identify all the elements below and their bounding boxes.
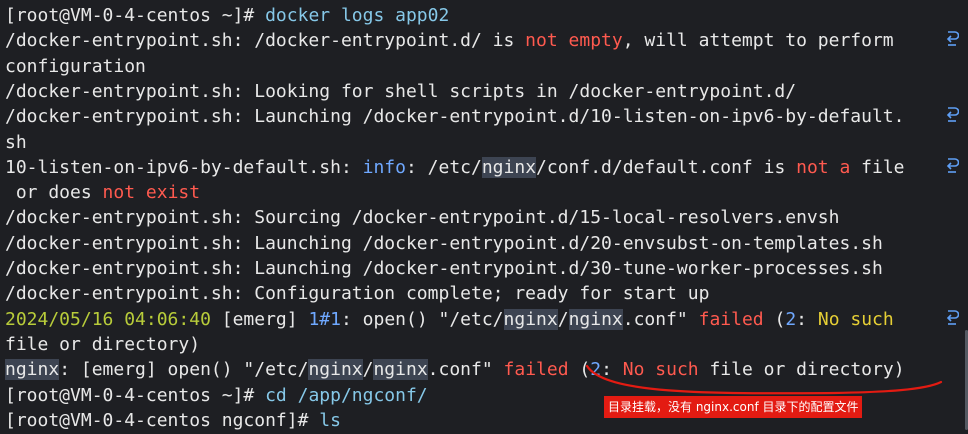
annotation-label: 目录挂载，没有 nginx.conf 目录下的配置文件 [604,396,863,418]
terminal-text-segment: /docker-entrypoint.sh: Configuration com… [5,283,710,305]
scrollbar[interactable] [964,0,968,434]
terminal-text-segment: /docker-entrypoint.sh: Launching /docker… [5,258,883,279]
terminal-text-segment: nginx [568,308,623,330]
terminal-text-segment: sh [5,131,27,153]
terminal-text-segment: 2 [785,308,797,330]
terminal-text-segment: : [emerg] open() "/etc/ [59,359,309,381]
line-wrap-icon [944,30,960,52]
terminal-text-segment: /docker-entrypoint.sh: Launching /docker… [5,232,883,254]
terminal-line: file or directory) [5,332,940,357]
terminal-text-segment: [root@VM-0-4-centos ~]# [5,384,266,406]
terminal-text-segment: No such [622,359,699,381]
terminal-text-segment: configuration [5,55,146,77]
terminal-text-segment: : open() "/etc/ [340,308,504,330]
terminal-text-segment: nginx [308,359,363,381]
line-wrap-icon [944,309,960,331]
terminal-line: /docker-entrypoint.sh: Launching /docker… [5,231,940,256]
terminal-line: nginx: [emerg] open() "/etc/nginx/nginx.… [5,357,940,382]
line-wrap-icon [944,106,960,128]
terminal-text-segment: not exist [102,182,201,204]
terminal-text-segment: file or directory) [5,333,201,355]
terminal-text-segment: nginx [373,359,428,381]
terminal-text-segment: docker logs app02 [265,5,450,26]
terminal-text-segment: 10-listen-on-ipv6-by-default.sh: [5,156,363,178]
terminal-line: /docker-entrypoint.sh: Launching /docker… [5,256,940,281]
terminal-line: configuration [5,54,940,79]
terminal-line: /docker-entrypoint.sh: Launching /docker… [5,104,940,129]
terminal-line: or does not exist [5,180,940,205]
terminal-text-segment: ( [763,308,786,330]
line-wrap-icon [944,157,960,179]
terminal-text-segment: : [796,308,818,330]
terminal-line: /docker-entrypoint.sh: /docker-entrypoin… [5,28,940,53]
terminal-text-segment: : [601,359,623,381]
terminal-line: 2024/05/16 04:06:40 [emerg] 1#1: open() … [5,307,940,332]
terminal-text-segment: [root@VM-0-4-centos ngconf]# [5,409,320,431]
terminal-text-segment: nginx [5,359,60,381]
terminal-line: [root@VM-0-4-centos ~]# docker logs app0… [5,3,940,28]
terminal-text-segment: /conf.d/default.conf is [536,156,797,178]
terminal-text-segment: nginx [481,156,537,178]
terminal-text-segment: ls [319,409,341,431]
terminal-text-segment: /docker-entrypoint.sh: Sourcing /docker-… [5,207,840,229]
terminal-text-segment: /docker-entrypoint.sh: Looking for shell… [5,80,797,102]
terminal-text-segment: /docker-entrypoint.sh: Launching /docker… [5,106,905,128]
terminal-text-segment: [emerg] [221,308,309,330]
terminal-text-segment: .conf" [427,359,504,381]
terminal-text-segment: No such [817,308,894,330]
terminal-text-segment: file [850,156,905,178]
terminal-text-segment: info [362,156,406,178]
terminal-line: /docker-entrypoint.sh: Sourcing /docker-… [5,205,940,230]
terminal-text-segment: 1#1 [308,308,341,330]
terminal-text-segment: / [557,308,569,330]
terminal-text-segment: , will attempt to perform [622,30,894,52]
terminal-text-segment: failed [698,308,764,330]
terminal-text-segment: 2 [590,359,602,381]
terminal-text-segment: cd /app/ngconf/ [265,384,428,406]
terminal-text-segment: nginx [503,308,558,330]
terminal-text-segment: 2024/05/16 04:06:40 [5,308,222,330]
terminal-line: /docker-entrypoint.sh: Configuration com… [5,281,940,306]
terminal-text-segment: or does [5,182,103,204]
terminal-window[interactable]: [root@VM-0-4-centos ~]# docker logs app0… [0,0,968,434]
terminal-text-segment: : /etc/ [405,156,482,178]
terminal-line: 10-listen-on-ipv6-by-default.sh: info: /… [5,155,940,180]
terminal-text-segment: failed [503,359,569,381]
terminal-text-segment: not a [796,156,851,178]
terminal-text-segment: ( [568,359,591,381]
terminal-text-segment: file or directory) [698,359,905,381]
terminal-line: /docker-entrypoint.sh: Looking for shell… [5,79,940,104]
terminal-text-segment: [root@VM-0-4-centos ~]# [5,5,266,26]
terminal-text-segment: / [362,359,374,381]
terminal-text-segment: /docker-entrypoint.sh: /docker-entrypoin… [5,30,526,52]
terminal-line: sh [5,130,940,155]
terminal-text-segment: .conf" [622,308,699,330]
terminal-text-segment: not empty [525,30,623,52]
